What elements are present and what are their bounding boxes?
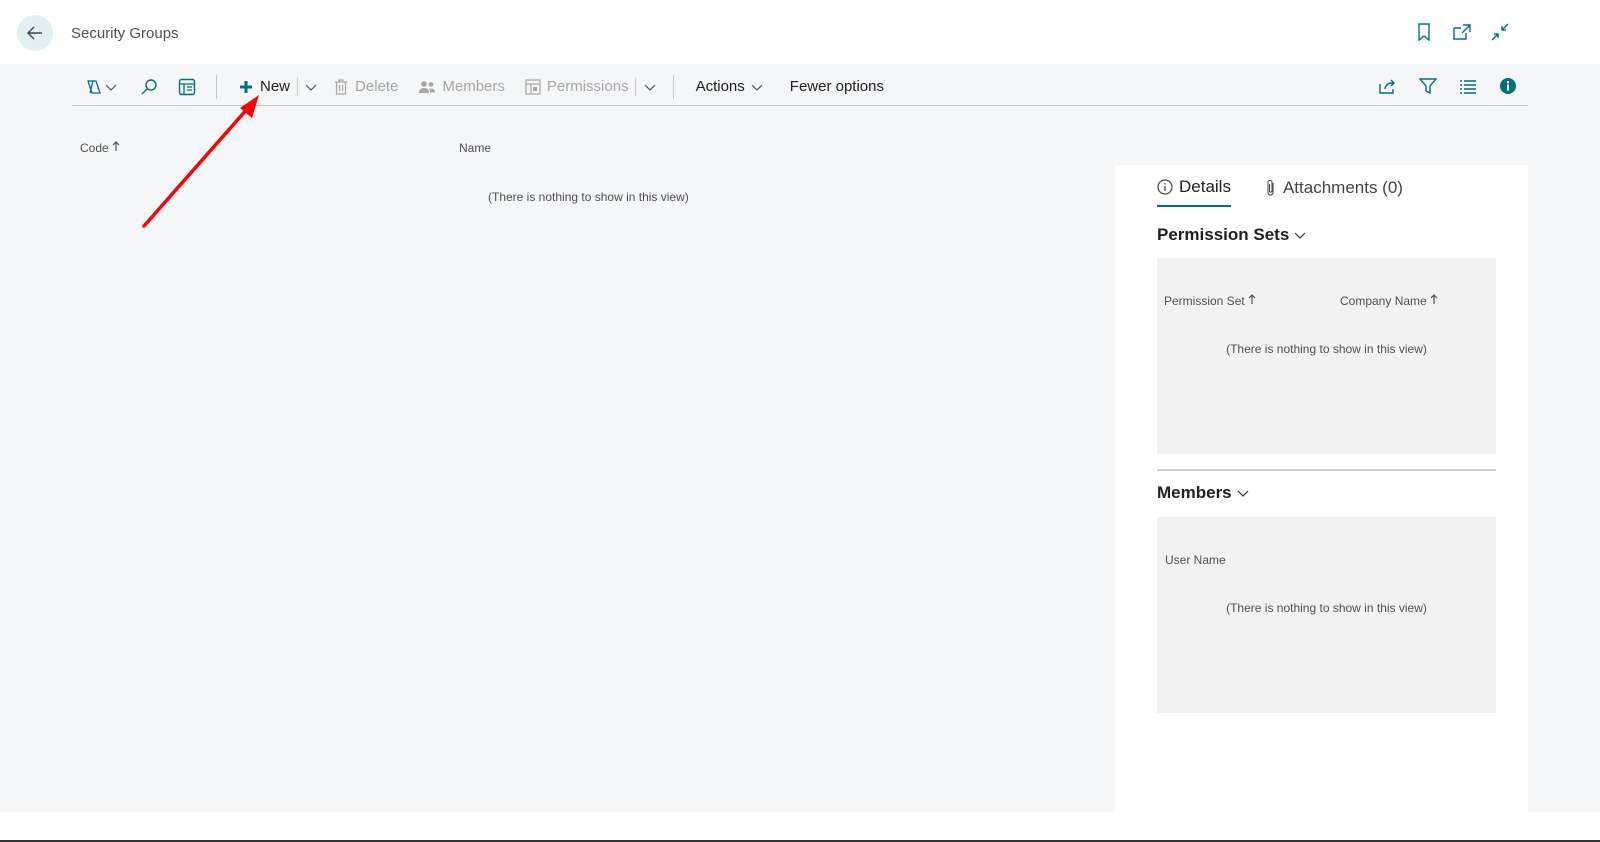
info-icon [1500, 78, 1516, 94]
bookmark-icon[interactable] [1414, 22, 1434, 42]
list-view-button[interactable] [1458, 72, 1478, 100]
tab-attachments-label: Attachments (0) [1282, 178, 1403, 197]
new-button[interactable]: New [239, 73, 290, 101]
plus-icon [240, 80, 252, 93]
chevron-down-icon [305, 84, 317, 91]
search-icon [141, 78, 157, 94]
back-arrow-icon [27, 26, 42, 40]
permissions-icon [525, 78, 541, 95]
column-code-label: Code [80, 141, 109, 155]
delete-button-label: Delete [355, 78, 399, 95]
share-button[interactable] [1378, 72, 1398, 100]
permission-sets-part: Permission Set Company Name (There is no… [1157, 258, 1496, 454]
tab-details-label: Details [1179, 177, 1231, 196]
members-header[interactable]: Members [1157, 483, 1250, 503]
members-empty-message: (There is nothing to show in this view) [1226, 601, 1427, 615]
toolbar-divider [216, 74, 217, 99]
chevron-down-icon [1237, 490, 1249, 497]
chevron-down-icon [105, 84, 117, 91]
sort-ascending-icon [1430, 294, 1438, 304]
new-dropdown-button[interactable] [304, 73, 318, 101]
filter-button[interactable] [1418, 72, 1438, 100]
info-pane-button[interactable] [1498, 72, 1518, 100]
column-company-name-label: Company Name [1340, 294, 1427, 308]
title-bar: Security Groups [0, 0, 1600, 64]
column-header-name[interactable]: Name [459, 141, 491, 155]
column-user-name-label: User Name [1165, 553, 1226, 567]
column-header-user-name[interactable]: User Name [1165, 553, 1226, 567]
edit-list-icon [178, 78, 196, 95]
share-icon [1379, 79, 1395, 94]
trash-icon [335, 78, 348, 95]
section-divider [1157, 469, 1496, 471]
permission-sets-header[interactable]: Permission Sets [1157, 225, 1307, 245]
actions-menu-button[interactable]: Actions [696, 73, 764, 101]
column-permission-set-label: Permission Set [1164, 294, 1245, 308]
sort-ascending-icon [1248, 294, 1256, 304]
edit-list-button[interactable] [178, 73, 196, 101]
list-icon [1460, 80, 1476, 94]
members-title: Members [1157, 483, 1232, 502]
page-title: Security Groups [71, 25, 179, 42]
back-button[interactable] [17, 15, 53, 51]
column-header-permission-set[interactable]: Permission Set [1164, 294, 1256, 308]
permissions-button-label: Permissions [546, 78, 629, 95]
members-button-label: Members [442, 78, 505, 95]
collapse-icon[interactable] [1490, 22, 1510, 42]
copilot-menu-button[interactable] [84, 73, 118, 101]
fewer-options-label: Fewer options [789, 78, 884, 95]
new-split-divider [297, 77, 299, 96]
permissions-split-divider [634, 77, 636, 96]
permissions-dropdown-button[interactable] [643, 73, 657, 101]
chevron-down-icon [1294, 232, 1306, 239]
column-header-company-name[interactable]: Company Name [1340, 294, 1438, 308]
new-button-label: New [260, 78, 291, 95]
factbox-pane: Details Attachments (0) Permission Sets … [1115, 165, 1528, 812]
sort-ascending-icon [112, 141, 120, 151]
tab-details[interactable]: Details [1157, 177, 1231, 207]
paperclip-icon [1267, 179, 1274, 196]
fewer-options-button[interactable]: Fewer options [790, 73, 884, 101]
members-button[interactable]: Members [418, 73, 505, 101]
filter-icon [1419, 78, 1437, 95]
delete-button[interactable]: Delete [334, 73, 398, 101]
info-outline-icon [1157, 179, 1173, 195]
toolbar-divider [672, 74, 674, 99]
permission-sets-title: Permission Sets [1157, 225, 1290, 244]
actions-label: Actions [695, 78, 745, 95]
chevron-down-icon [644, 84, 656, 91]
column-name-label: Name [459, 141, 492, 155]
people-icon [419, 80, 436, 93]
tab-attachments[interactable]: Attachments (0) [1265, 177, 1403, 207]
members-part: User Name (There is nothing to show in t… [1157, 517, 1496, 713]
action-bar: New Delete Members Permissions Actions F… [72, 68, 1528, 106]
copilot-icon [87, 79, 101, 94]
bottom-strip [0, 812, 1600, 842]
permission-sets-empty-message: (There is nothing to show in this view) [1226, 342, 1427, 356]
column-header-code[interactable]: Code [80, 141, 120, 155]
open-new-window-icon[interactable] [1452, 22, 1472, 42]
list-empty-message: (There is nothing to show in this view) [488, 190, 689, 204]
search-button[interactable] [140, 73, 158, 101]
chevron-down-icon [751, 84, 763, 91]
permissions-button[interactable]: Permissions [525, 73, 629, 101]
